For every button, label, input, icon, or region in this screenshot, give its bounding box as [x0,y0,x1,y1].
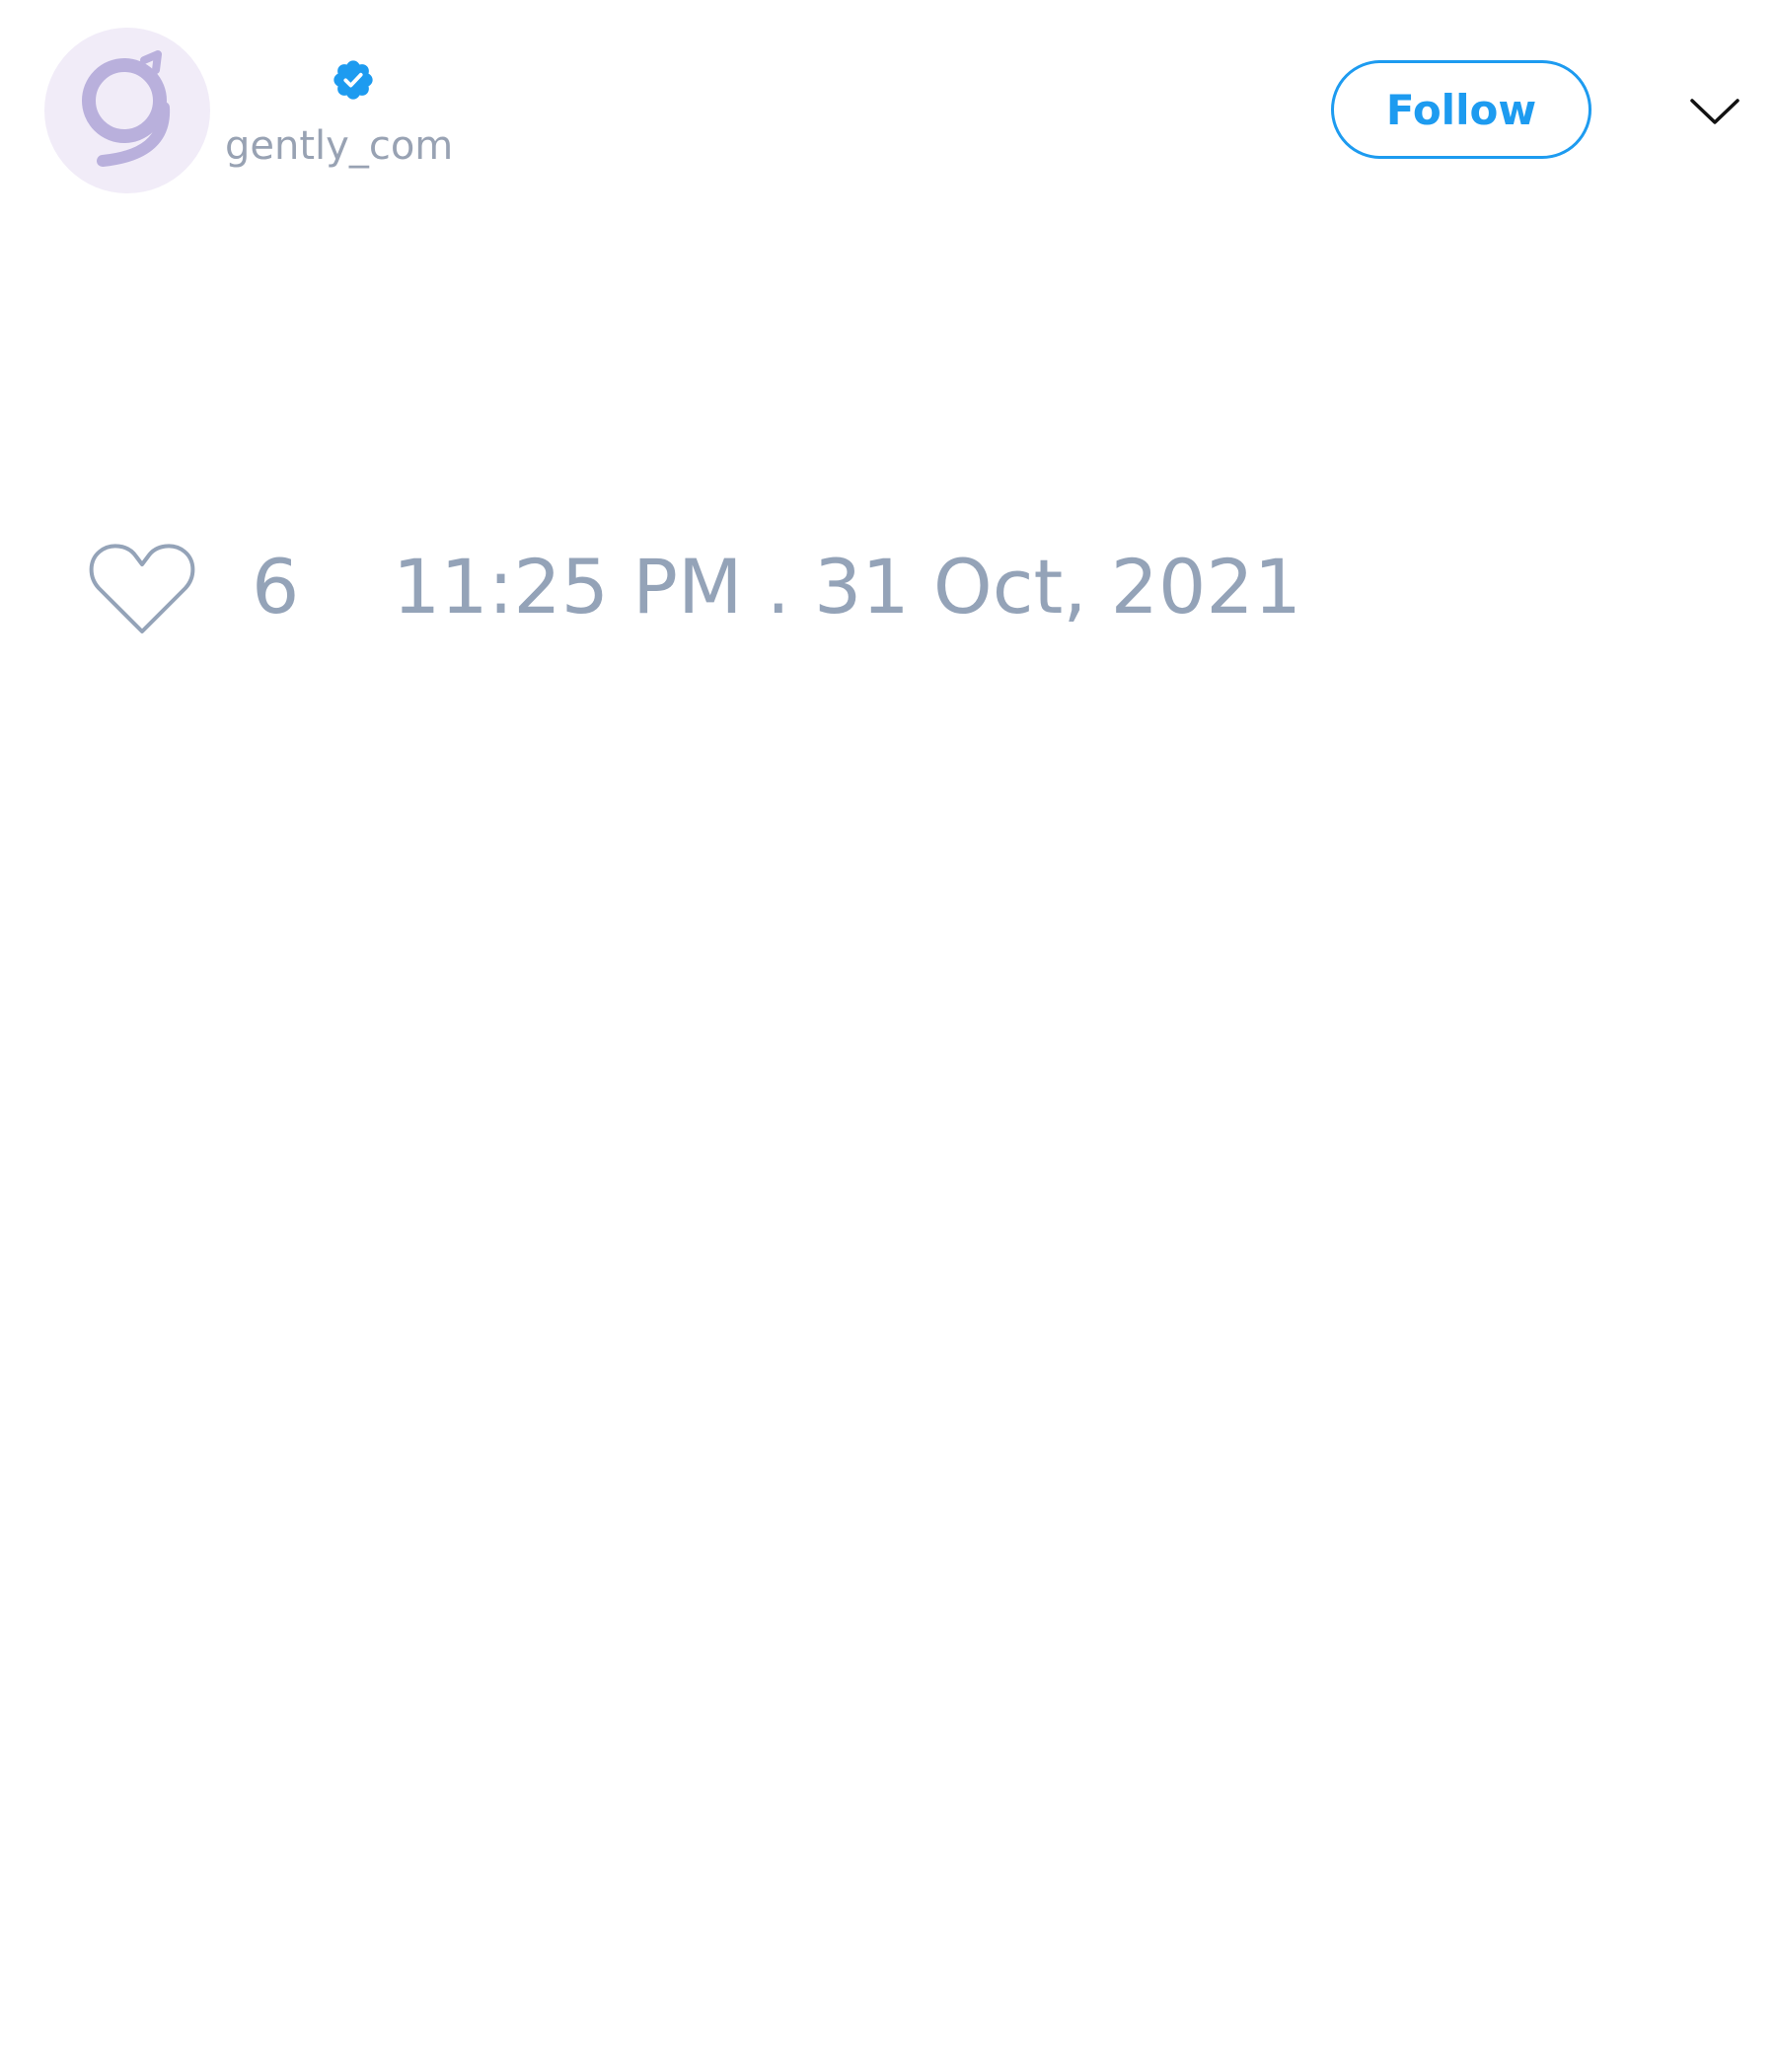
user-handle[interactable]: gently_com [225,126,453,166]
like-count: 6 [252,543,300,630]
avatar[interactable] [44,28,210,193]
follow-button[interactable]: Follow [1331,60,1591,159]
tweet-timestamp[interactable]: 11:25 PM . 31 Oct, 2021 [393,550,1301,625]
tweet-card: gently_com Follow 6 11:25 PM . 31 Oct, 2… [0,0,1776,2072]
verified-badge-icon [333,60,373,100]
gently-logo-icon [82,50,171,167]
chevron-down-icon[interactable] [1689,91,1740,130]
heart-outline-icon[interactable] [89,543,195,637]
